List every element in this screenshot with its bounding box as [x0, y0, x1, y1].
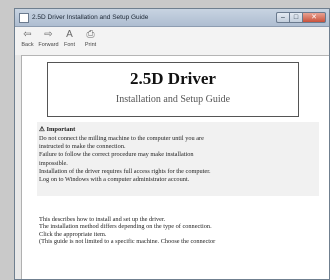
document-header: 2.5D Driver Installation and Setup Guide: [47, 62, 299, 117]
window-title: 2.5D Driver Installation and Setup Guide: [32, 14, 149, 21]
body-line: This describes how to install and set up…: [39, 216, 166, 223]
forward-label: Forward: [38, 42, 59, 48]
forward-button[interactable]: ⇨ Forward: [38, 27, 59, 49]
arrow-right-icon: ⇨: [44, 29, 53, 40]
important-heading: ⚠ Important: [39, 126, 319, 134]
print-button[interactable]: ⎙ Print: [80, 27, 101, 49]
important-line: Log on to Windows with a computer admini…: [39, 176, 190, 184]
important-line: Failure to follow the correct procedure …: [39, 151, 194, 159]
title-bar[interactable]: 2.5D Driver Installation and Setup Guide…: [15, 9, 329, 27]
body-line: Click the appropriate item.: [39, 230, 107, 238]
print-label: Print: [84, 42, 97, 48]
document-subtitle: Installation and Setup Guide: [115, 94, 231, 105]
document-title: 2.5D Driver: [130, 69, 216, 88]
font-button[interactable]: A Font: [59, 27, 80, 49]
back-button[interactable]: ⇦ Back: [17, 27, 38, 49]
font-label: Font: [63, 42, 75, 48]
body-line: The installation method differs dependin…: [39, 223, 212, 231]
minimize-button[interactable]: –: [276, 12, 290, 23]
window-controls: – □ ✕: [276, 12, 326, 23]
printer-icon: ⎙: [86, 29, 95, 40]
important-line: instructed to make the connection.: [39, 143, 126, 151]
important-notice: ⚠ Important Do not connect the milling m…: [37, 122, 319, 196]
maximize-button[interactable]: □: [290, 12, 302, 23]
help-app-icon: [19, 12, 29, 23]
back-label: Back: [21, 42, 34, 48]
warning-icon: ⚠: [39, 126, 45, 133]
close-button[interactable]: ✕: [302, 12, 326, 23]
body-line: (This guide is not limited to a specific…: [39, 238, 216, 246]
font-icon: A: [66, 29, 73, 40]
help-window: 2.5D Driver Installation and Setup Guide…: [14, 8, 330, 280]
important-line: Installation of the driver requires full…: [39, 167, 211, 175]
important-line: Do not connect the milling machine to th…: [39, 135, 204, 142]
important-line: impossible.: [39, 159, 68, 167]
pane-splitter[interactable]: [15, 55, 22, 279]
document-pane: 2.5D Driver Installation and Setup Guide…: [27, 57, 327, 279]
important-heading-text: Important: [46, 126, 76, 133]
toolbar: ⇦ Back ⇨ Forward A Font ⎙ Print: [15, 27, 329, 56]
document-body: This describes how to install and set up…: [39, 216, 327, 246]
arrow-left-icon: ⇦: [23, 29, 32, 40]
